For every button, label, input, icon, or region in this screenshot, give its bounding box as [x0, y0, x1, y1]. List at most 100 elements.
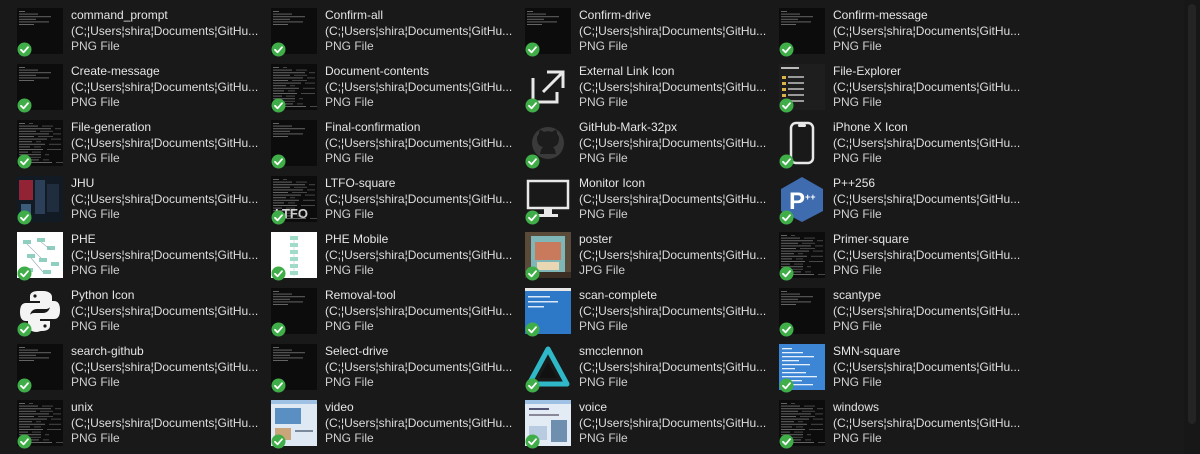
file-name: Primer-square — [833, 232, 910, 246]
file-type: PNG File — [71, 151, 120, 165]
console-dark-icon — [271, 344, 317, 393]
file-item[interactable]: command_prompt (C;¦Users¦shira¦Documents¦… — [17, 7, 271, 63]
file-item[interactable]: JHU (C;¦Users¦shira¦Documents¦GitHu... PNG… — [17, 175, 271, 231]
file-name: PHE Mobile — [325, 232, 389, 246]
file-type: PNG File — [71, 319, 120, 333]
console-dense-icon — [779, 232, 825, 281]
python-logo-icon — [17, 288, 63, 337]
file-item[interactable]: search-github (C;¦Users¦shira¦Documents¦G… — [17, 343, 271, 399]
file-path: (C;¦Users¦shira¦Documents¦GitHu... — [71, 359, 259, 374]
file-type: PNG File — [71, 263, 120, 277]
file-item-details: File-generation (C;¦Users¦shira¦Documents… — [71, 119, 271, 175]
file-type: PNG File — [833, 375, 882, 389]
ltfo-square-icon: LTFO — [271, 176, 317, 225]
file-path: (C;¦Users¦shira¦Documents¦GitHu... — [579, 415, 767, 430]
file-item[interactable]: PHE (C;¦Users¦shira¦Documents¦GitHu... PNG… — [17, 231, 271, 287]
file-grid: command_prompt (C;¦Users¦shira¦Documents¦… — [0, 0, 1184, 454]
file-item-details: Confirm-message (C;¦Users¦shira¦Documents… — [833, 7, 1033, 63]
file-path: (C;¦Users¦shira¦Documents¦GitHu... — [71, 23, 259, 38]
scrollbar-thumb[interactable] — [1188, 4, 1196, 424]
sync-complete-check-icon — [17, 98, 32, 113]
file-item[interactable]: scan-complete (C;¦Users¦shira¦Documents¦G… — [525, 287, 779, 343]
file-item[interactable]: SMN-square (C;¦Users¦shira¦Documents¦GitH… — [779, 343, 1033, 399]
file-item[interactable]: poster (C;¦Users¦shira¦Documents¦GitHu...… — [525, 231, 779, 287]
file-path: (C;¦Users¦shira¦Documents¦GitHu... — [325, 191, 513, 206]
file-name: Confirm-message — [833, 8, 928, 22]
file-name: Python Icon — [71, 288, 135, 302]
file-item-details: Removal-tool (C;¦Users¦shira¦Documents¦Gi… — [325, 287, 525, 343]
file-item[interactable]: smcclennon (C;¦Users¦shira¦Documents¦GitH… — [525, 343, 779, 399]
file-type: PNG File — [833, 39, 882, 53]
file-item[interactable]: Create-message (C;¦Users¦shira¦Documents¦… — [17, 63, 271, 119]
file-item-details: Document-contents (C;¦Users¦shira¦Documen… — [325, 63, 525, 119]
file-item[interactable]: Document-contents (C;¦Users¦shira¦Documen… — [271, 63, 525, 119]
file-item[interactable]: Primer-square (C;¦Users¦shira¦Documents¦G… — [779, 231, 1033, 287]
file-path: (C;¦Users¦shira¦Documents¦GitHu... — [833, 247, 1021, 262]
sync-complete-check-icon — [779, 42, 794, 57]
file-item[interactable]: P ++ P++256 (C;¦Users¦shira¦Documents¦GitHu… — [779, 175, 1033, 231]
file-path: (C;¦Users¦shira¦Documents¦GitHu... — [325, 23, 513, 38]
file-name: PHE — [71, 232, 96, 246]
file-item[interactable]: Select-drive (C;¦Users¦shira¦Documents¦Gi… — [271, 343, 525, 399]
file-item[interactable]: Monitor Icon (C;¦Users¦shira¦Documents¦Gi… — [525, 175, 779, 231]
file-type: PNG File — [579, 39, 628, 53]
file-item[interactable]: Confirm-drive (C;¦Users¦shira¦Documents¦G… — [525, 7, 779, 63]
file-item[interactable]: LTFO LTFO-square (C;¦Users¦shira¦Documents… — [271, 175, 525, 231]
file-item[interactable]: windows (C;¦Users¦shira¦Documents¦GitHu..… — [779, 399, 1033, 454]
file-path: (C;¦Users¦shira¦Documents¦GitHu... — [833, 359, 1021, 374]
file-item[interactable]: Confirm-all (C;¦Users¦shira¦Documents¦Git… — [271, 7, 525, 63]
file-type: PNG File — [833, 319, 882, 333]
file-item[interactable]: PHE Mobile (C;¦Users¦shira¦Documents¦GitH… — [271, 231, 525, 287]
file-name: voice — [579, 400, 608, 414]
file-item[interactable]: File-generation (C;¦Users¦shira¦Documents… — [17, 119, 271, 175]
sync-complete-check-icon — [525, 322, 540, 337]
file-type: PNG File — [325, 431, 374, 445]
file-name: Select-drive — [325, 344, 389, 358]
console-dark-icon — [779, 8, 825, 57]
file-name: windows — [833, 400, 880, 414]
file-name: scantype — [833, 288, 882, 302]
file-item-details: File-Explorer (C;¦Users¦shira¦Documents¦G… — [833, 63, 1033, 119]
file-name: smcclennon — [579, 344, 644, 358]
file-name: Monitor Icon — [579, 176, 646, 190]
file-name: SMN-square — [833, 344, 901, 358]
sync-complete-check-icon — [17, 210, 32, 225]
file-item[interactable]: video (C;¦Users¦shira¦Documents¦GitHu... P… — [271, 399, 525, 454]
file-item-details: GitHub-Mark-32px (C;¦Users¦shira¦Document… — [579, 119, 779, 175]
console-dense-icon — [17, 120, 63, 169]
sync-complete-check-icon — [271, 210, 286, 225]
file-explorer-content-view: command_prompt (C;¦Users¦shira¦Documents¦… — [0, 0, 1200, 454]
file-item[interactable]: scantype (C;¦Users¦shira¦Documents¦GitHu.… — [779, 287, 1033, 343]
file-item-details: voice (C;¦Users¦shira¦Documents¦GitHu... P… — [579, 399, 779, 454]
file-path: (C;¦Users¦shira¦Documents¦GitHu... — [579, 247, 767, 262]
sync-complete-check-icon — [779, 378, 794, 393]
file-item-details: PHE (C;¦Users¦shira¦Documents¦GitHu... PNG… — [71, 231, 271, 287]
sync-complete-check-icon — [779, 434, 794, 449]
file-item[interactable]: Confirm-message (C;¦Users¦shira¦Documents… — [779, 7, 1033, 63]
file-type: PNG File — [325, 207, 374, 221]
file-item[interactable]: iPhone X Icon (C;¦Users¦shira¦Documents¦G… — [779, 119, 1033, 175]
file-item-details: Select-drive (C;¦Users¦shira¦Documents¦Gi… — [325, 343, 525, 399]
file-item[interactable]: Removal-tool (C;¦Users¦shira¦Documents¦Gi… — [271, 287, 525, 343]
file-item[interactable]: unix (C;¦Users¦shira¦Documents¦GitHu... PN… — [17, 399, 271, 454]
file-type: PNG File — [71, 431, 120, 445]
file-item-details: scantype (C;¦Users¦shira¦Documents¦GitHu.… — [833, 287, 1033, 343]
file-item[interactable]: Final-confirmation (C;¦Users¦shira¦Docume… — [271, 119, 525, 175]
file-item[interactable]: External Link Icon (C;¦Users¦shira¦Docume… — [525, 63, 779, 119]
sync-complete-check-icon — [779, 154, 794, 169]
vertical-scrollbar[interactable] — [1184, 0, 1200, 454]
file-item[interactable]: GitHub-Mark-32px (C;¦Users¦shira¦Document… — [525, 119, 779, 175]
file-path: (C;¦Users¦shira¦Documents¦GitHu... — [579, 135, 767, 150]
sync-complete-check-icon — [17, 322, 32, 337]
file-item[interactable]: voice (C;¦Users¦shira¦Documents¦GitHu... P… — [525, 399, 779, 454]
file-item-details: Primer-square (C;¦Users¦shira¦Documents¦G… — [833, 231, 1033, 287]
file-path: (C;¦Users¦shira¦Documents¦GitHu... — [579, 303, 767, 318]
sync-complete-check-icon — [525, 210, 540, 225]
file-type: PNG File — [71, 39, 120, 53]
file-path: (C;¦Users¦shira¦Documents¦GitHu... — [325, 247, 513, 262]
file-item[interactable]: File-Explorer (C;¦Users¦shira¦Documents¦G… — [779, 63, 1033, 119]
file-item[interactable]: Python Icon (C;¦Users¦shira¦Documents¦Git… — [17, 287, 271, 343]
file-path: (C;¦Users¦shira¦Documents¦GitHu... — [833, 191, 1021, 206]
file-explorer-thumb-icon — [779, 64, 825, 113]
file-item-details: unix (C;¦Users¦shira¦Documents¦GitHu... PN… — [71, 399, 271, 454]
